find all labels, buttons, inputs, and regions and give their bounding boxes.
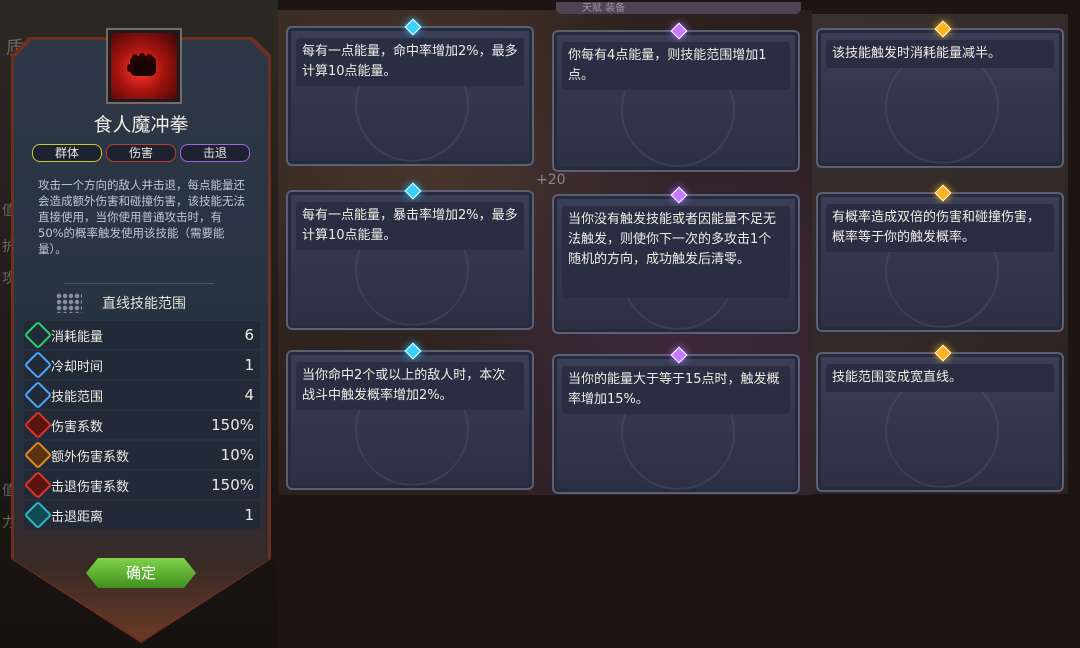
stat-row: 击退伤害系数 150% <box>23 470 260 500</box>
damage-icon <box>23 410 53 440</box>
stat-label: 技能范围 <box>51 389 104 405</box>
stat-value: 1 <box>244 506 254 524</box>
cooldown-icon <box>23 350 53 380</box>
top-tab-strip-text: 天赋 装备 <box>582 3 626 14</box>
energy-icon <box>23 320 53 350</box>
talent-card[interactable]: 当你命中2个或以上的敌人时，本次战斗中触发概率增加2%。 <box>286 342 534 490</box>
talent-card[interactable]: 当你没有触发技能或者因能量不足无法触发，则使你下一次的多攻击1个随机的方向，成功… <box>552 186 800 334</box>
skill-name: 食人魔冲拳 <box>93 114 189 136</box>
stat-label: 击退距离 <box>51 509 104 525</box>
talent-card[interactable]: 每有一点能量，暴击率增加2%，最多计算10点能量。 <box>286 182 534 330</box>
stat-value: 4 <box>244 386 254 404</box>
stat-label: 伤害系数 <box>51 419 104 435</box>
knockback-distance-icon <box>23 500 53 530</box>
range-label: 直线技能范围 <box>102 296 186 312</box>
talent-text: 当你没有触发技能或者因能量不足无法触发，则使你下一次的多攻击1个随机的方向，成功… <box>568 212 777 267</box>
art-number: +20 <box>536 172 566 188</box>
talent-card[interactable]: 每有一点能量，命中率增加2%，最多计算10点能量。 <box>286 18 534 166</box>
top-tab-strip: 天赋 装备 <box>556 2 801 14</box>
extra-damage-icon <box>23 440 53 470</box>
talent-text: 每有一点能量，命中率增加2%，最多计算10点能量。 <box>302 44 518 79</box>
talent-card[interactable]: 有概率造成双倍的伤害和碰撞伤害，概率等于你的触发概率。 <box>816 184 1064 332</box>
tag-knockback: 击退 <box>180 144 250 162</box>
skill-detail-panel: 食人魔冲拳 群体 伤害 击退 攻击一个方向的敌人并击退，每点能量还会造成额外伤害… <box>11 30 271 643</box>
stat-value: 10% <box>220 446 254 464</box>
talent-text: 有概率造成双倍的伤害和碰撞伤害，概率等于你的触发概率。 <box>832 210 1041 245</box>
stat-row: 击退距离 1 <box>23 500 260 530</box>
talent-card[interactable]: 技能范围变成宽直线。 <box>816 344 1064 492</box>
talent-text: 技能范围变成宽直线。 <box>832 370 963 385</box>
confirm-button[interactable]: 确定 <box>86 558 196 588</box>
tag-group: 群体 <box>32 144 102 162</box>
skill-description: 攻击一个方向的敌人并击退，每点能量还会造成额外伤害和碰撞伤害，该技能无法直接使用… <box>38 178 245 256</box>
stat-value: 6 <box>244 326 254 344</box>
talent-text: 你每有4点能量，则技能范围增加1点。 <box>568 48 767 83</box>
stat-row: 伤害系数 150% <box>23 410 260 440</box>
talent-card[interactable]: 该技能触发时消耗能量减半。 <box>816 20 1064 168</box>
divider <box>64 283 214 284</box>
stat-value: 150% <box>211 416 254 434</box>
talent-text: 每有一点能量，暴击率增加2%，最多计算10点能量。 <box>302 208 518 243</box>
stat-label: 额外伤害系数 <box>51 449 130 465</box>
skill-stats: 消耗能量 6 冷却时间 1 技能范围 4 伤害系数 150% 额外伤害系数 10… <box>23 320 260 531</box>
tag-damage: 伤害 <box>106 144 176 162</box>
talent-text: 当你命中2个或以上的敌人时，本次战斗中触发概率增加2%。 <box>302 368 506 403</box>
range-grid-icon <box>56 293 82 313</box>
stat-label: 冷却时间 <box>51 359 104 375</box>
stat-value: 150% <box>211 476 254 494</box>
fist-icon <box>108 30 180 102</box>
skill-range-row: 直线技能范围 <box>56 292 236 314</box>
stat-row: 冷却时间 1 <box>23 350 260 380</box>
stat-row: 消耗能量 6 <box>23 320 260 350</box>
stat-label: 击退伤害系数 <box>51 479 130 495</box>
stat-value: 1 <box>244 356 254 374</box>
talent-card[interactable]: 当你的能量大于等于15点时，触发概率增加15%。 <box>552 346 800 494</box>
talent-card[interactable]: 你每有4点能量，则技能范围增加1点。 <box>552 22 800 172</box>
stat-row: 技能范围 4 <box>23 380 260 410</box>
talent-text: 当你的能量大于等于15点时，触发概率增加15%。 <box>568 372 780 407</box>
range-icon <box>23 380 53 410</box>
skill-tags: 群体 伤害 击退 <box>32 144 250 162</box>
stat-row: 额外伤害系数 10% <box>23 440 260 470</box>
knockback-damage-icon <box>23 470 53 500</box>
talent-text: 该技能触发时消耗能量减半。 <box>832 46 1002 61</box>
stat-label: 消耗能量 <box>51 329 104 345</box>
